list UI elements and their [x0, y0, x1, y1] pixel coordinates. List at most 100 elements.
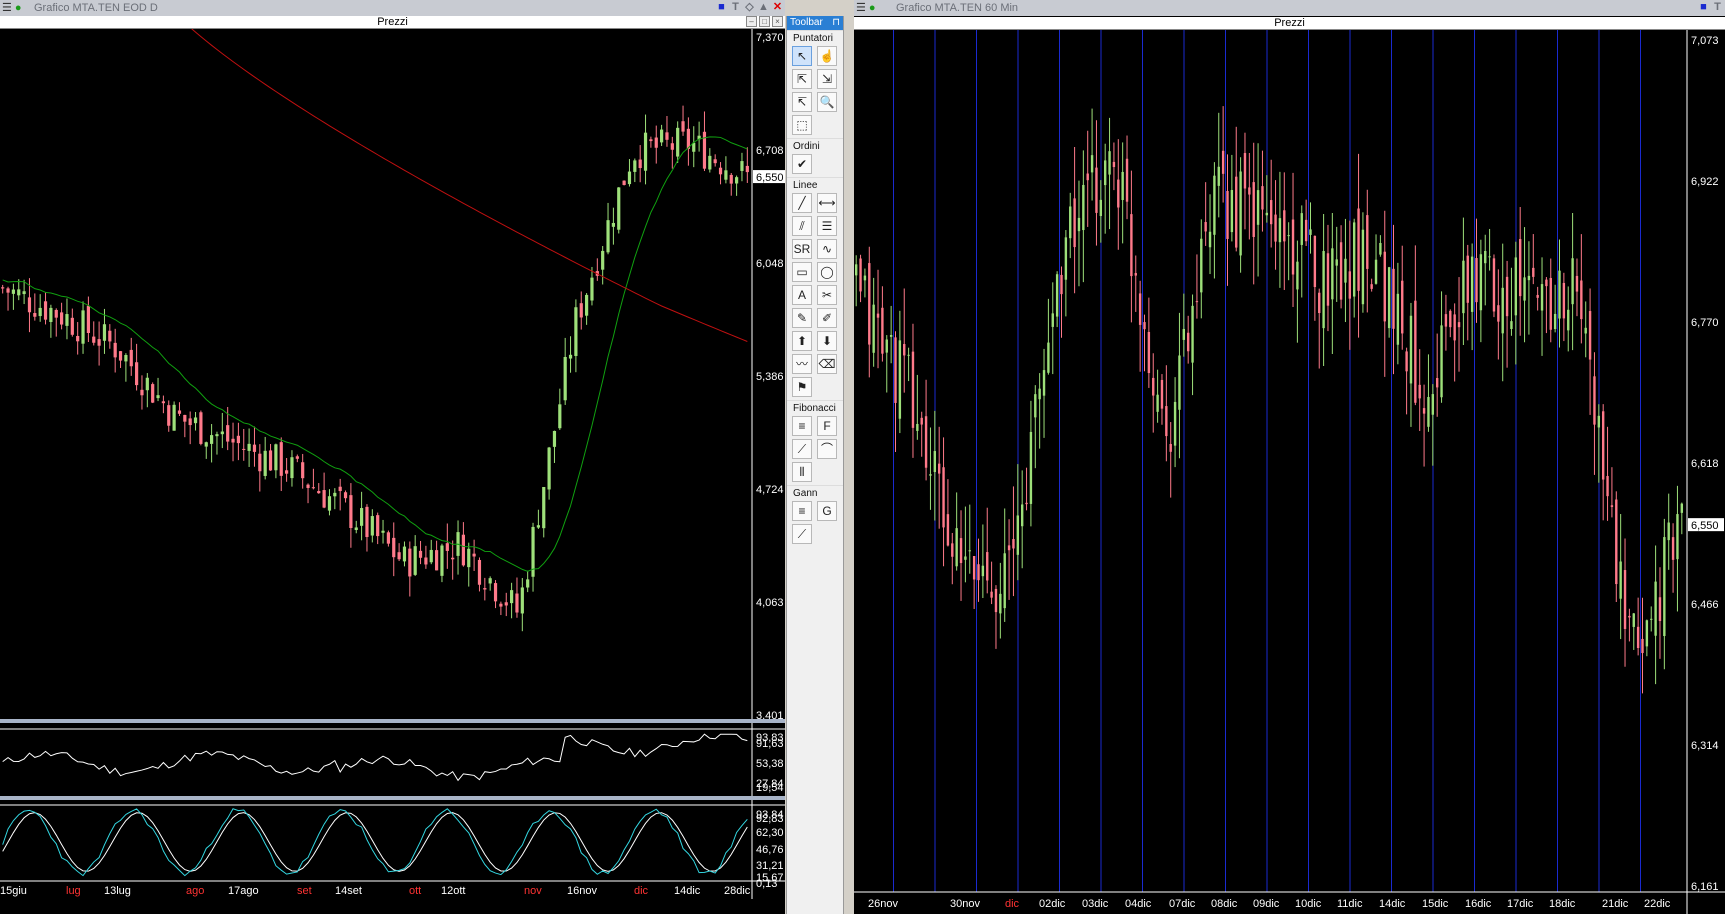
left-price-chart[interactable]: 7,3706,7086,0485,3864,7244,0633,4016,550…	[0, 29, 785, 914]
text-icon[interactable]: A	[792, 285, 812, 305]
right-candle-body	[1584, 327, 1587, 334]
right-candle-body	[1291, 219, 1295, 275]
right-candle-body	[1352, 222, 1356, 297]
right-candle-body	[1051, 313, 1054, 327]
left-window-buttons[interactable]: ■ T ◇ ▲ ✕	[716, 1, 783, 14]
right-candle-body	[1405, 351, 1408, 372]
left-window-btn-2[interactable]: ◇	[744, 1, 755, 14]
right-price-chart[interactable]: 7,073 6,922 6,770 6,618 6,466 6,314 6,161 6,550…	[854, 30, 1725, 914]
toolbar-header[interactable]: Toolbar ⊓	[787, 16, 843, 30]
right-candle-body	[1169, 443, 1172, 452]
right-candle-body	[1650, 618, 1653, 620]
left-candle-body	[333, 492, 337, 497]
left-pane-buttons[interactable]: – □ ×	[746, 16, 783, 27]
right-candle-body	[1658, 597, 1662, 621]
gann-fan-icon[interactable]: ⟋	[792, 524, 812, 544]
fib-retracement-icon[interactable]: ≡	[792, 416, 812, 436]
left-candle-body	[49, 307, 53, 322]
right-candle-body	[1558, 270, 1561, 319]
left-candle-body	[488, 578, 492, 584]
left-candle-body	[220, 431, 224, 435]
flag-icon[interactable]: ⚑	[792, 377, 812, 397]
fib-time-icon[interactable]: ⫴	[792, 462, 812, 482]
polyline-icon[interactable]: ∿	[817, 239, 837, 259]
support-resistance-icon[interactable]: SR	[792, 239, 812, 259]
channel-icon[interactable]: ☰	[817, 216, 837, 236]
left-window-btn-0[interactable]: ■	[716, 1, 727, 14]
left-chart-window[interactable]: ☰ ● Grafico MTA.TEN EOD D ■ T ◇ ▲ ✕ Prez…	[0, 0, 785, 914]
fib-fan-icon[interactable]: ⟋	[792, 439, 812, 459]
left-indicator2-tick: 0,13	[756, 878, 777, 890]
left-last-price: 6,550	[756, 172, 784, 184]
left-indicator2-tick: 92,83	[756, 813, 784, 825]
right-window-buttons[interactable]: ■ T	[1698, 1, 1723, 14]
right-candle-body	[1536, 294, 1539, 298]
left-candle-body	[418, 550, 423, 558]
right-candle-body	[1226, 190, 1229, 239]
pencil-alt-icon[interactable]: ✐	[817, 308, 837, 328]
right-candle-body	[1567, 309, 1570, 331]
right-window-titlebar[interactable]: ☰ ● Grafico MTA.TEN 60 Min ■ T	[854, 0, 1725, 16]
right-candle-body	[1418, 384, 1421, 399]
right-candle-body	[1344, 258, 1347, 283]
right-candle-body	[1099, 199, 1103, 217]
cursor-alt-icon[interactable]: ⇲	[817, 69, 837, 89]
arrow-down-icon[interactable]: ⬇	[817, 331, 837, 351]
eraser-icon[interactable]: ✂	[817, 285, 837, 305]
horizontal-segment-icon[interactable]: ⟷	[817, 193, 837, 213]
fib-arcs-icon[interactable]: ⌒	[817, 439, 837, 459]
right-candle-body	[1055, 274, 1059, 317]
left-window-titlebar[interactable]: ☰ ● Grafico MTA.TEN EOD D ■ T ◇ ▲ ✕	[0, 0, 785, 16]
rect-select-icon[interactable]: ⬚	[792, 115, 812, 135]
right-candle-body	[1484, 250, 1487, 264]
left-y-tick: 4,724	[756, 484, 784, 496]
right-chart-window[interactable]: ☰ ● Grafico MTA.TEN 60 Min ■ T Prezzi 7,…	[854, 0, 1725, 914]
right-candle-body	[1283, 210, 1286, 242]
right-candle-body	[1217, 166, 1220, 186]
left-window-btn-1[interactable]: T	[730, 1, 741, 14]
right-window-btn-1[interactable]: T	[1712, 1, 1723, 14]
left-x-tick: 12ott	[441, 885, 465, 897]
fib-extension-icon[interactable]: F	[817, 416, 837, 436]
left-candle-body	[215, 434, 219, 437]
delete-drawings-icon[interactable]: ⌫	[817, 354, 837, 374]
pencil-icon[interactable]: ✎	[792, 308, 812, 328]
ellipse-icon[interactable]: ◯	[817, 262, 837, 282]
select-pointer-icon[interactable]: ↸	[792, 92, 812, 112]
right-candle-body	[1619, 561, 1622, 599]
left-candle-body	[1, 287, 5, 289]
left-candle-body	[188, 418, 192, 426]
toolbar-title: Toolbar	[790, 17, 823, 28]
maximize-icon[interactable]: □	[759, 16, 770, 27]
close-icon[interactable]: ✕	[772, 1, 783, 14]
gann-grid-icon[interactable]: ≡	[792, 501, 812, 521]
pin-icon[interactable]: ⊓	[832, 16, 840, 30]
right-x-tick: 08dic	[1211, 898, 1238, 910]
right-candle-body	[1339, 242, 1343, 300]
right-candle-body	[1038, 388, 1041, 400]
minimize-icon[interactable]: –	[746, 16, 757, 27]
crosshair-pointer-icon[interactable]: ⇱	[792, 69, 812, 89]
arrow-up-icon[interactable]: ⬆	[792, 331, 812, 351]
right-candle-body	[994, 588, 998, 613]
parallel-lines-icon[interactable]: ⫽	[792, 216, 812, 236]
rectangle-icon[interactable]: ▭	[792, 262, 812, 282]
trendline-icon[interactable]: ╱	[792, 193, 812, 213]
right-window-btn-0[interactable]: ■	[1698, 1, 1709, 14]
toolbar-section-3-tools: ≡ F ⟋ ⌒ ⫴	[787, 415, 843, 485]
gann-box-icon[interactable]: G	[817, 501, 837, 521]
wave-icon[interactable]: 〰	[792, 354, 812, 374]
left-window-btn-3[interactable]: ▲	[758, 1, 769, 14]
right-candle-body	[1300, 213, 1303, 245]
zoom-icon[interactable]: 🔍	[817, 92, 837, 112]
right-candle-body	[1296, 261, 1299, 290]
close-icon[interactable]: ×	[772, 16, 783, 27]
right-candle-body	[898, 340, 902, 419]
hand-pointer-icon[interactable]: ☝	[817, 46, 837, 66]
pointer-icon[interactable]: ↖	[792, 46, 812, 66]
toolbar-section-3-label: Fibonacci	[787, 400, 843, 415]
orders-icon[interactable]: ✔	[792, 154, 812, 174]
right-candle-body	[1361, 229, 1365, 305]
left-candle-body	[135, 362, 139, 386]
left-x-tick: ott	[409, 885, 421, 897]
